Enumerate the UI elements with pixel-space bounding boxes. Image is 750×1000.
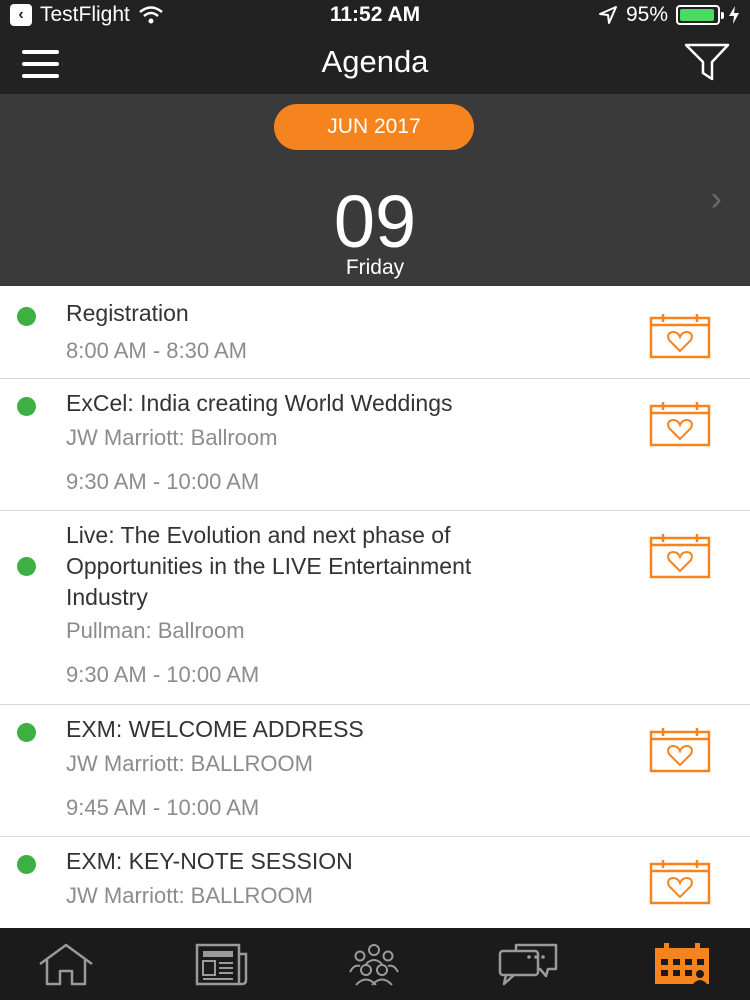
agenda-item-title: Registration: [66, 300, 189, 326]
calendar-icon: [655, 943, 709, 984]
status-dot: [17, 557, 36, 576]
agenda-item-time: 9:30 AM - 10:00 AM: [66, 662, 260, 687]
agenda-item-title: EXM: KEY-NOTE SESSION: [66, 848, 353, 874]
agenda-item[interactable]: EXM: WELCOME ADDRESS JW Marriott: BALLRO…: [0, 705, 750, 837]
add-to-calendar-icon[interactable]: [649, 859, 711, 905]
agenda-item-venue: JW Marriott: Ballroom: [66, 425, 278, 450]
battery-icon: [676, 5, 724, 25]
tab-news[interactable]: [189, 938, 253, 990]
tab-agenda[interactable]: [650, 938, 714, 990]
date-selector: JUN 2017 › 09 Friday: [0, 94, 750, 286]
day-number: 09: [333, 180, 417, 263]
agenda-item-time: 8:00 AM - 8:30 AM: [66, 338, 247, 363]
agenda-item-time: 9:45 AM - 10:00 AM: [66, 795, 260, 820]
status-dot: [17, 723, 36, 742]
add-to-calendar-icon[interactable]: [649, 533, 711, 579]
agenda-item-title: Live: The Evolution and next phase of Op…: [66, 520, 626, 613]
charging-icon: [729, 6, 739, 24]
agenda-item-venue: JW Marriott: BALLROOM: [66, 751, 313, 776]
agenda-list: Registration 8:00 AM - 8:30 AM ExCel: In…: [0, 286, 750, 928]
nav-bar: Agenda: [0, 30, 750, 94]
tab-home[interactable]: [34, 938, 98, 990]
agenda-item-title: EXM: WELCOME ADDRESS: [66, 716, 364, 742]
agenda-item-title-line: Live: The Evolution and next phase of: [66, 522, 451, 548]
add-to-calendar-icon[interactable]: [649, 727, 711, 773]
status-right: 95%: [598, 3, 740, 27]
home-icon: [39, 943, 93, 986]
agenda-item-venue: Pullman: Ballroom: [66, 618, 245, 643]
battery-percent: 95%: [625, 3, 668, 26]
weekday-label: Friday: [345, 256, 405, 279]
agenda-item[interactable]: EXM: KEY-NOTE SESSION JW Marriott: BALLR…: [0, 837, 750, 928]
status-dot: [17, 855, 36, 874]
status-dot: [17, 397, 36, 416]
agenda-item-time: 9:30 AM - 10:00 AM: [66, 469, 260, 494]
funnel-icon[interactable]: [684, 42, 730, 82]
newspaper-icon: [195, 943, 248, 986]
status-dot: [17, 307, 36, 326]
people-icon: [349, 944, 399, 986]
page-title: Agenda: [321, 44, 429, 79]
agenda-item[interactable]: Registration 8:00 AM - 8:30 AM: [0, 286, 750, 379]
agenda-item-title-line: Industry: [66, 584, 148, 610]
agenda-item[interactable]: ExCel: India creating World Weddings JW …: [0, 379, 750, 511]
agenda-item-title: ExCel: India creating World Weddings: [66, 390, 453, 416]
chat-icon: [498, 943, 558, 986]
location-icon: [598, 6, 617, 24]
tab-people[interactable]: [342, 938, 406, 990]
agenda-item[interactable]: Live: The Evolution and next phase of Op…: [0, 511, 750, 705]
add-to-calendar-icon[interactable]: [649, 401, 711, 447]
month-selector-button[interactable]: JUN 2017: [274, 104, 474, 150]
agenda-item-venue: JW Marriott: BALLROOM: [66, 883, 313, 908]
agenda-item-title-line: Opportunities in the LIVE Entertainment: [66, 553, 472, 579]
tab-chat[interactable]: [496, 938, 560, 990]
tab-bar: [0, 928, 750, 1000]
status-bar: ‹ TestFlight 11:52 AM 95%: [0, 0, 750, 30]
add-to-calendar-icon[interactable]: [649, 313, 711, 359]
